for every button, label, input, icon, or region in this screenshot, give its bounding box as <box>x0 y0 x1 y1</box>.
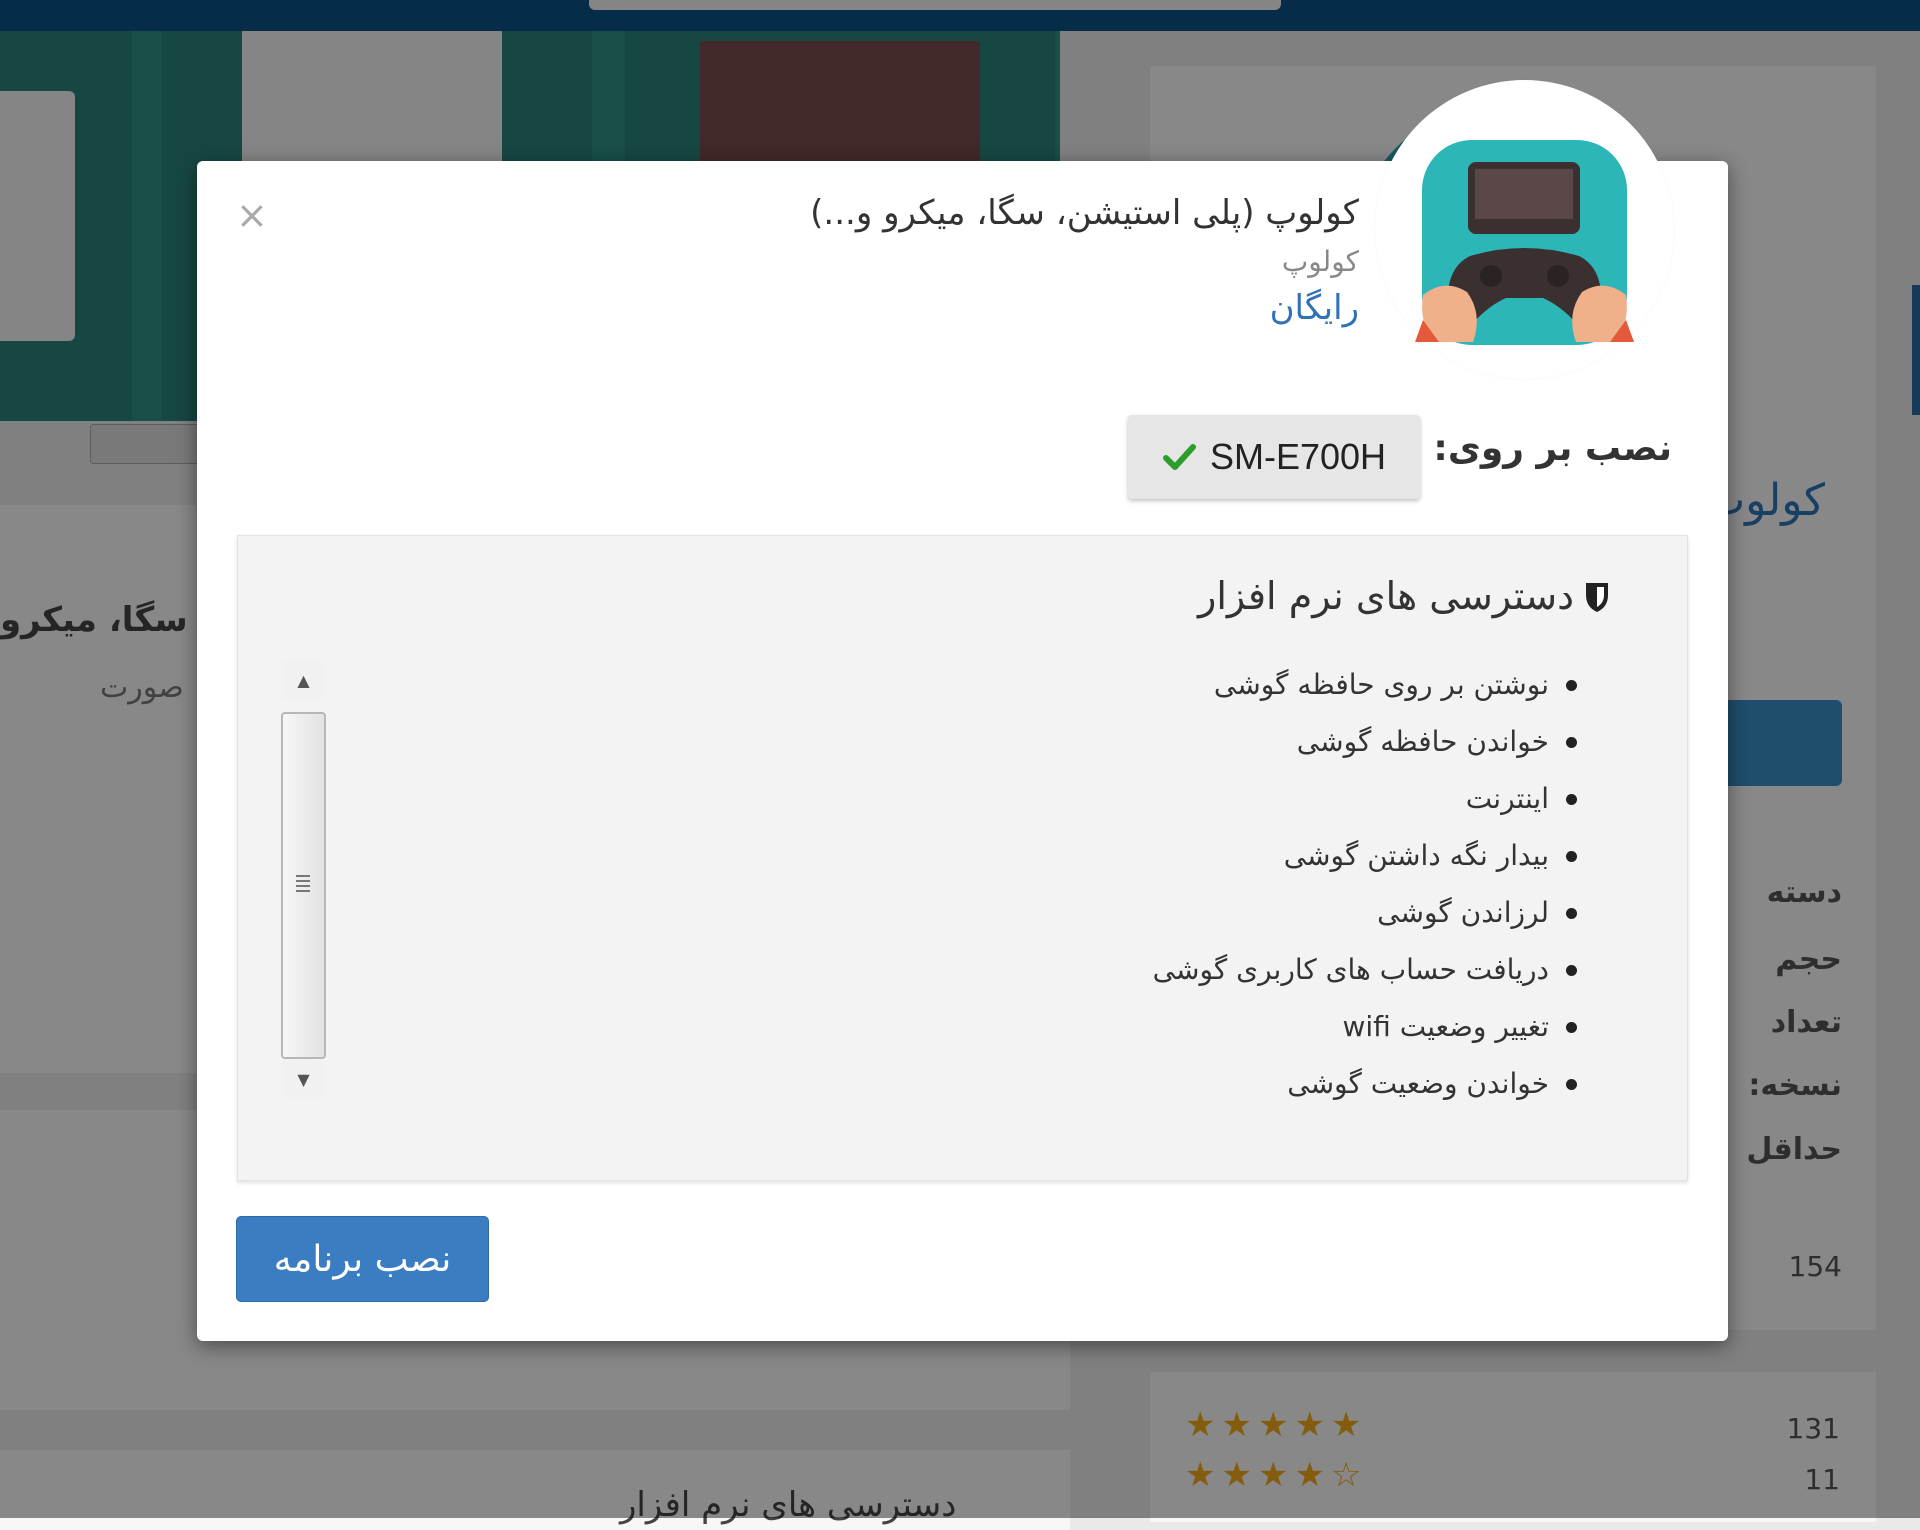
device-select[interactable]: SM-E700H <box>1128 415 1420 499</box>
permission-item: خواندن وضعیت گوشی <box>1153 1055 1578 1112</box>
gamepad-app-icon <box>1414 119 1635 345</box>
close-icon[interactable]: × <box>236 196 268 234</box>
install-on-label: نصب بر روی: <box>1433 428 1672 469</box>
permission-item: اینترنت <box>1153 770 1578 827</box>
permission-item: دریافت حساب های کاربری گوشی <box>1153 941 1578 998</box>
scroll-up-arrow-icon[interactable]: ▲ <box>283 661 324 699</box>
permission-item: نوشتن بر روی حافظه گوشی <box>1153 656 1578 713</box>
grip-icon <box>296 875 310 892</box>
permission-item: خواندن حافظه گوشی <box>1153 713 1578 770</box>
permissions-heading: دسترسی های نرم افزار <box>1198 574 1610 618</box>
permissions-title: دسترسی های نرم افزار <box>1198 574 1574 618</box>
permissions-panel: دسترسی های نرم افزار نوشتن بر روی حافظه … <box>237 535 1688 1181</box>
modal-app-price: رایگان <box>1269 288 1359 328</box>
permissions-scrollbar[interactable]: ▲ ▼ <box>281 661 326 1098</box>
modal-app-name: کولوپ (پلی استیشن، سگا، میکرو و...) <box>810 193 1359 233</box>
permission-item: لرزاندن گوشی <box>1153 884 1578 941</box>
modal-app-developer[interactable]: کولوپ <box>1282 245 1359 278</box>
scroll-down-arrow-icon[interactable]: ▼ <box>283 1060 324 1098</box>
device-name: SM-E700H <box>1209 436 1387 477</box>
shield-icon <box>1586 583 1608 612</box>
permissions-list[interactable]: نوشتن بر روی حافظه گوشی خواندن حافظه گوش… <box>1153 656 1578 1112</box>
permission-item: تغییر وضعیت wifi <box>1153 998 1578 1055</box>
check-icon <box>1162 444 1196 470</box>
scroll-thumb[interactable] <box>281 712 326 1059</box>
permission-item: بیدار نگه داشتن گوشی <box>1153 827 1578 884</box>
install-app-button[interactable]: نصب برنامه <box>236 1216 489 1302</box>
app-icon-frame <box>1375 80 1674 379</box>
